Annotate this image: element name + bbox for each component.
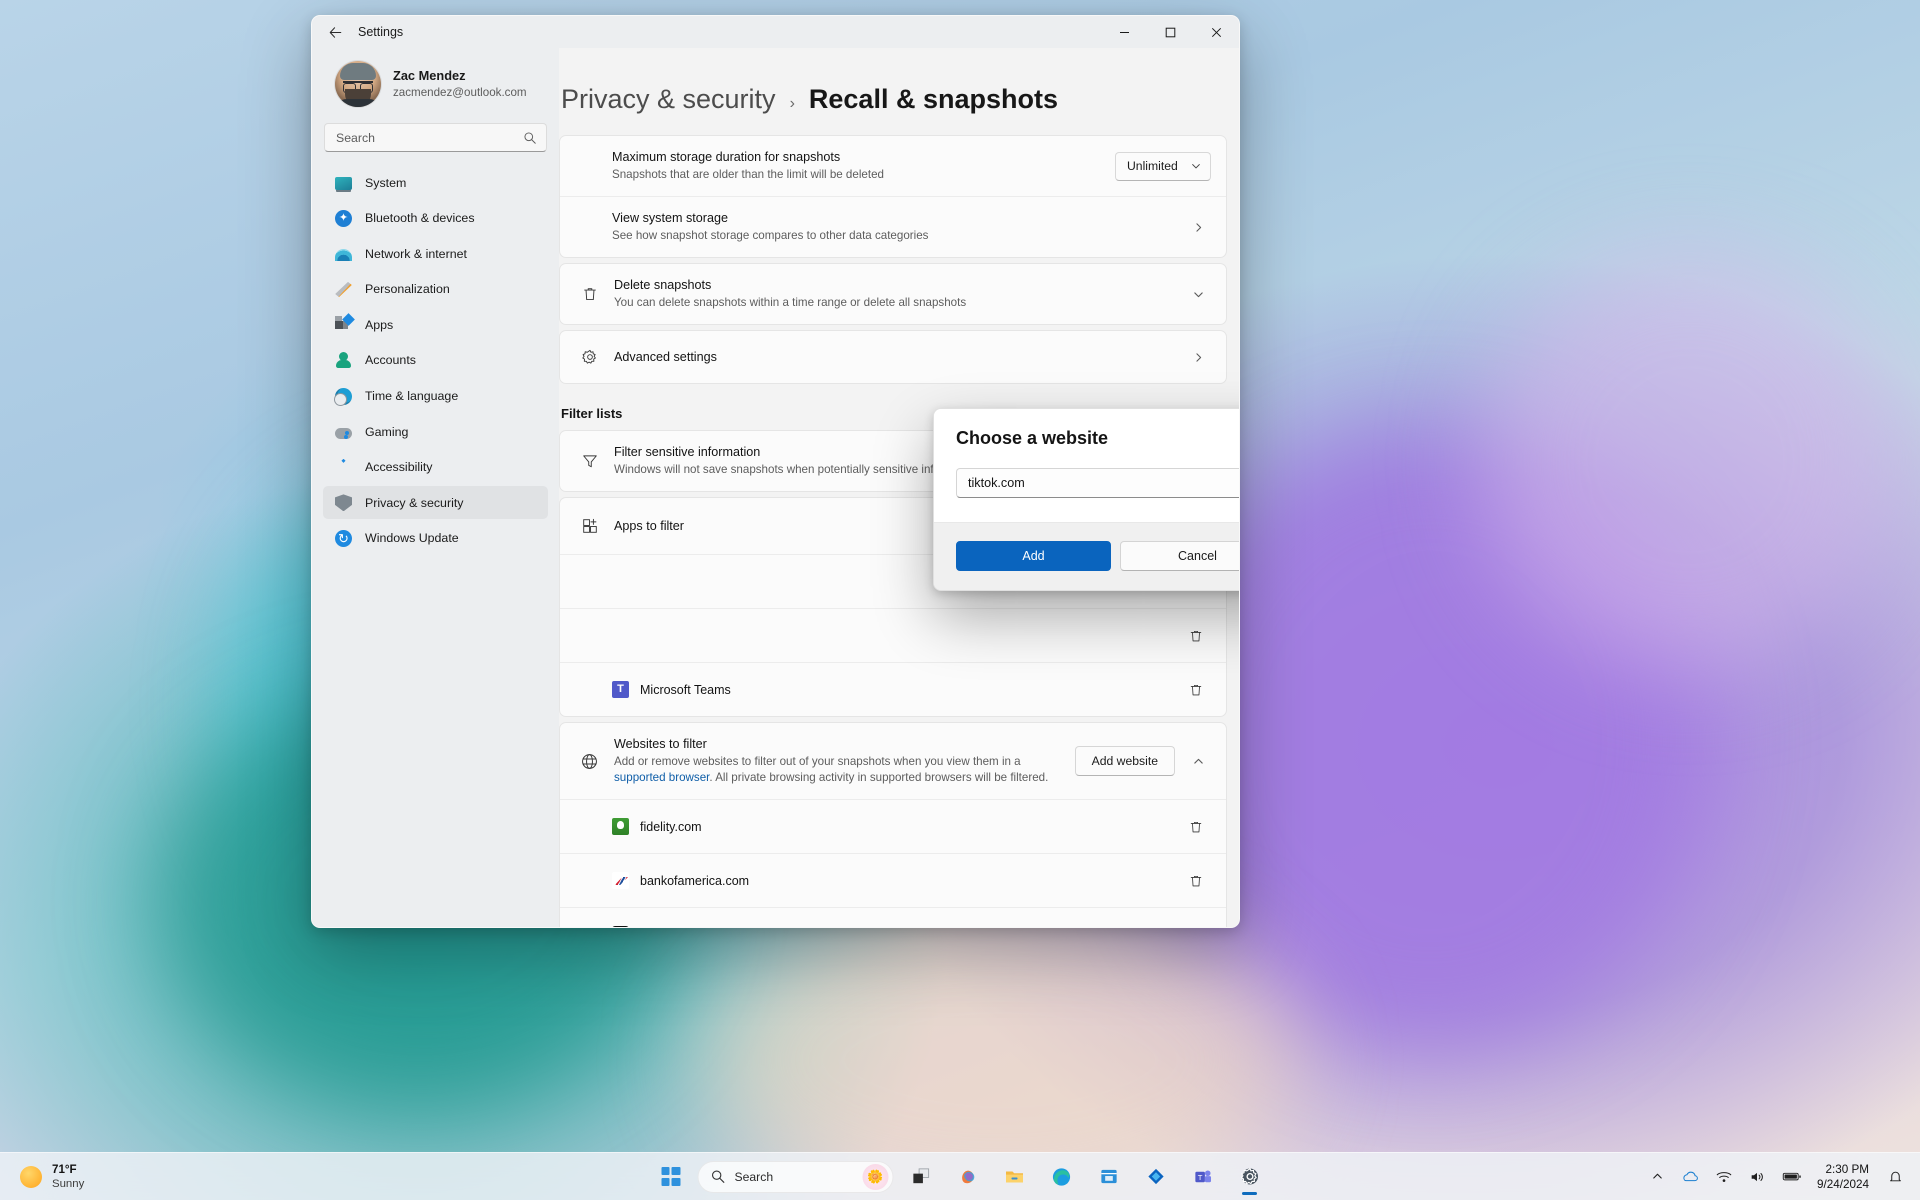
microsoft-teams-button[interactable]: T [1183, 1157, 1223, 1197]
sun-icon [20, 1165, 42, 1188]
taskbar: 71°F Sunny Search 🌼 T 2:30 PM 9/24/2024 [0, 1152, 1920, 1200]
windows-start-icon [661, 1167, 680, 1186]
system-tray: 2:30 PM 9/24/2024 [1644, 1159, 1920, 1195]
desktop: Settings Zac Mendez zacmendez@outlook.co… [0, 0, 1920, 1200]
cancel-button[interactable]: Cancel [1120, 541, 1239, 571]
settings-gear-icon [1240, 1168, 1258, 1185]
battery-button[interactable] [1775, 1159, 1809, 1195]
network-icon [1716, 1171, 1732, 1182]
file-explorer-button[interactable] [995, 1157, 1035, 1197]
microsoft-teams-icon: T [1194, 1170, 1211, 1183]
wallpaper-bloom [1480, 250, 1900, 670]
taskbar-center-group: Search 🌼 T [651, 1157, 1270, 1197]
onedrive-icon [1683, 1171, 1698, 1182]
dialog-footer: Add Cancel [934, 522, 1239, 590]
copilot-icon [961, 1170, 974, 1184]
microsoft-store-icon [1100, 1169, 1117, 1184]
bell-icon [1890, 1171, 1901, 1182]
power-automate-button[interactable] [1136, 1157, 1176, 1197]
edge-browser-icon [1052, 1167, 1071, 1186]
onedrive-button[interactable] [1674, 1159, 1706, 1195]
choose-website-dialog: Choose a website Add Cancel [933, 408, 1239, 591]
start-button[interactable] [651, 1157, 691, 1197]
search-icon [711, 1170, 725, 1183]
clock[interactable]: 2:30 PM 9/24/2024 [1812, 1162, 1878, 1192]
copilot-button[interactable] [948, 1157, 988, 1197]
website-input[interactable] [956, 468, 1239, 498]
clock-date: 9/24/2024 [1817, 1177, 1869, 1191]
edge-browser-button[interactable] [1042, 1157, 1082, 1197]
taskbar-search[interactable]: Search 🌼 [697, 1160, 894, 1193]
chevron-up-icon [1653, 1173, 1662, 1179]
network-button[interactable] [1709, 1159, 1739, 1195]
power-automate-icon [1147, 1168, 1164, 1185]
settings-window: Settings Zac Mendez zacmendez@outlook.co… [311, 15, 1240, 928]
clock-time: 2:30 PM [1825, 1162, 1869, 1176]
settings-button[interactable] [1230, 1157, 1270, 1197]
notifications-button[interactable] [1881, 1159, 1910, 1195]
file-explorer-icon [1006, 1171, 1023, 1182]
weather-temperature: 71°F [52, 1162, 77, 1176]
weather-condition: Sunny [52, 1177, 85, 1190]
task-view-button[interactable] [901, 1157, 941, 1197]
volume-button[interactable] [1742, 1159, 1772, 1195]
dialog-title: Choose a website [956, 428, 1109, 448]
svg-text:T: T [1197, 1173, 1202, 1182]
tray-expand-button[interactable] [1644, 1159, 1671, 1195]
microsoft-store-button[interactable] [1089, 1157, 1129, 1197]
task-view-icon [912, 1168, 929, 1184]
add-button[interactable]: Add [956, 541, 1111, 571]
battery-icon [1782, 1172, 1801, 1181]
taskbar-search-label: Search [734, 1169, 774, 1184]
weather-widget[interactable]: 71°F Sunny [6, 1157, 96, 1197]
lotus-icon[interactable]: 🌼 [862, 1163, 889, 1190]
volume-icon [1751, 1172, 1763, 1181]
